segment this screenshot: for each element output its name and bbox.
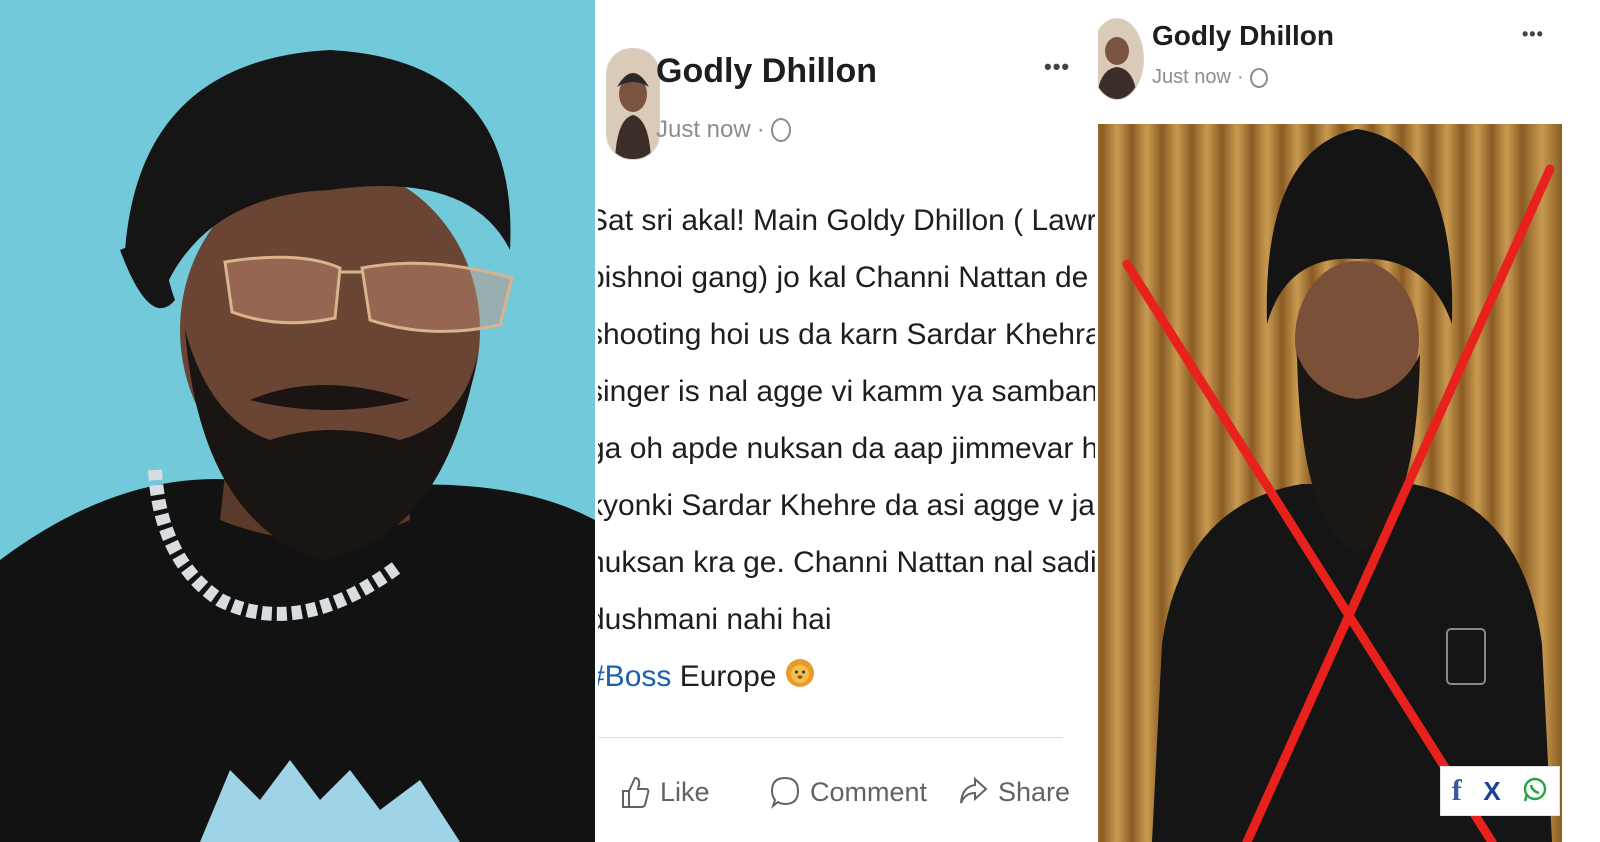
left-portrait-photo <box>0 0 595 842</box>
author-avatar[interactable] <box>1098 18 1144 100</box>
globe-icon <box>770 118 791 142</box>
portrait-illustration <box>0 0 595 842</box>
comment-bubble-icon <box>770 776 800 809</box>
post-line: singer is nal agge vi kamm ya sambandh r… <box>598 375 1095 408</box>
post-timestamp: Just now <box>1152 66 1231 88</box>
comment-label: Comment <box>810 776 928 807</box>
more-dots-icon[interactable]: ••• <box>1044 54 1070 80</box>
post-line: nuksan kra ge. Channi Nattan nal sadi ko… <box>598 546 1095 579</box>
post-line: ga oh apde nuksan da aap jimmevar hove g… <box>598 432 1095 465</box>
avatar-photo-icon <box>607 49 659 159</box>
post-meta: Just now · <box>1152 66 1268 89</box>
post-meta: Just now · <box>656 116 791 144</box>
hashtag-link[interactable]: #Boss <box>598 660 671 693</box>
social-share-bar: f X <box>1440 766 1560 816</box>
facebook-post-image: Godly Dhillon Just now · ••• f X <box>1098 0 1600 842</box>
facebook-share-button[interactable]: f <box>1452 774 1462 808</box>
share-arrow-icon <box>960 776 988 804</box>
whatsapp-icon <box>1524 777 1547 801</box>
hashtag-line: #Boss Europe <box>598 648 1088 707</box>
meta-separator: · <box>756 116 765 143</box>
like-label: Like <box>660 776 710 807</box>
x-share-button[interactable]: X <box>1483 776 1500 807</box>
avatar-photo-icon <box>1098 19 1143 99</box>
post-line: dushmani nahi hai <box>598 603 832 636</box>
hashtag-suffix: Europe <box>679 660 777 693</box>
post-image[interactable] <box>1098 124 1562 842</box>
actions-divider <box>598 737 1063 738</box>
post-timestamp: Just now <box>656 116 751 143</box>
facebook-post-text: Godly Dhillon Just now · ••• Sat sri aka… <box>598 0 1095 842</box>
post-line: kyonki Sardar Khehre da asi agge v jani … <box>598 489 1095 522</box>
share-button[interactable]: Share <box>958 775 1070 809</box>
post-line: Sat sri akal! Main Goldy Dhillon ( Lawre… <box>598 204 1095 237</box>
meta-separator: · <box>1236 66 1244 88</box>
post-photo <box>1098 124 1562 842</box>
like-button[interactable]: Like <box>620 775 710 809</box>
comment-button[interactable]: Comment <box>770 775 927 809</box>
post-author-name[interactable]: Godly Dhillon <box>1152 20 1334 52</box>
globe-icon <box>1249 67 1268 88</box>
whatsapp-share-button[interactable] <box>1522 776 1548 807</box>
more-dots-icon[interactable]: ••• <box>1522 24 1544 45</box>
post-line: shooting hoi us da karn Sardar Khehra ha… <box>598 318 1095 351</box>
post-body: Sat sri akal! Main Goldy Dhillon ( Lawre… <box>598 192 1095 707</box>
lion-emoji-icon <box>785 650 815 707</box>
post-line: bishnoi gang) jo kal Channi Nattan de gh… <box>598 261 1095 294</box>
thumbs-up-icon <box>622 776 650 808</box>
post-author-name[interactable]: Godly Dhillon <box>656 52 877 91</box>
share-label: Share <box>998 776 1071 807</box>
author-avatar[interactable] <box>606 48 660 160</box>
